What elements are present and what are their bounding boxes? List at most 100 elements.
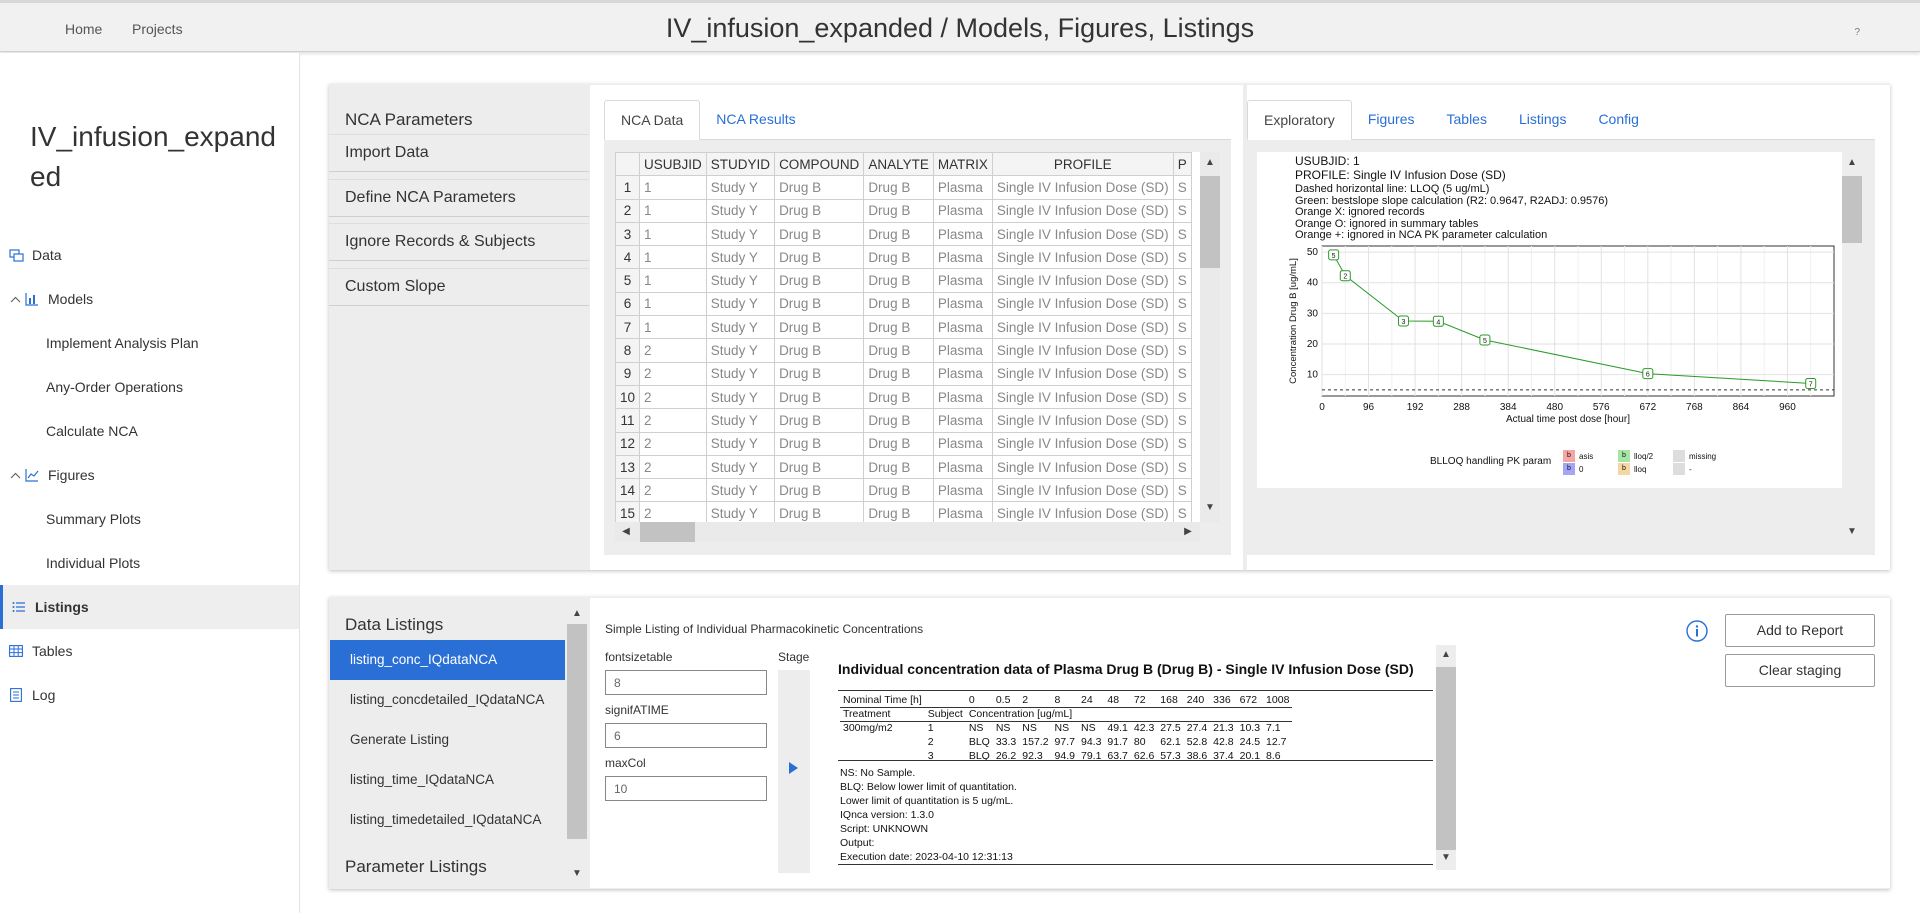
ignore-records-item[interactable]: Ignore Records & Subjects [329, 223, 589, 261]
scroll-down-icon[interactable]: ▼ [1439, 852, 1453, 863]
column-header[interactable]: COMPOUND [774, 152, 865, 177]
define-nca-parameters-item[interactable]: Define NCA Parameters [329, 179, 589, 217]
table-cell: Single IV Infusion Dose (SD) [991, 291, 1174, 317]
sidebar-item-implement-analysis-plan[interactable]: Implement Analysis Plan [0, 321, 299, 365]
table-row[interactable]: 11 2 Study Y Drug B Drug B Plasma Single IV In… [615, 408, 1192, 433]
stage-button[interactable] [778, 670, 810, 873]
table-horizontal-scrollbar[interactable]: ◀ ▶ [615, 522, 1200, 542]
table-cell: Single IV Infusion Dose (SD) [991, 175, 1174, 200]
scroll-up-icon[interactable]: ▲ [1203, 157, 1217, 168]
column-header[interactable]: STUDYID [705, 152, 776, 177]
sidebar-item-log[interactable]: Log [0, 673, 299, 717]
table-row[interactable]: 6 1 Study Y Drug B Drug B Plasma Single IV Inf… [615, 291, 1192, 317]
table-row[interactable]: 2 1 Study Y Drug B Drug B Plasma Single IV Inf… [615, 198, 1192, 223]
listings-scrollbar[interactable]: ▲ ▼ [567, 606, 587, 884]
maxcol-input[interactable] [605, 776, 767, 801]
listing-item-concdetailed[interactable]: listing_concdetailed_IQdataNCA [330, 680, 565, 720]
listing-scrollbar[interactable]: ▲ ▼ [1436, 645, 1456, 870]
table-row[interactable]: 1 1 Study Y Drug B Drug B Plasma Single IV Inf… [615, 175, 1192, 200]
clear-staging-button[interactable]: Clear staging [1725, 654, 1875, 687]
listing-note: Script: UNKNOWN [840, 823, 929, 835]
table-row[interactable]: 13 2 Study Y Drug B Drug B Plasma Single IV In… [615, 454, 1192, 480]
scroll-down-icon[interactable]: ▼ [1203, 502, 1217, 513]
column-header[interactable]: ANALYTE [863, 152, 934, 177]
scroll-down-icon[interactable]: ▼ [570, 868, 584, 879]
sidebar-item-tables[interactable]: Tables [0, 629, 299, 673]
nav-home-link[interactable]: Home [65, 21, 102, 37]
tab-config[interactable]: Config [1582, 100, 1654, 140]
listing-cell: 42.8 [1213, 736, 1234, 748]
tab-tables[interactable]: Tables [1431, 100, 1503, 140]
tab-nca-data[interactable]: NCA Data [604, 100, 701, 140]
legend-label: lloq [1634, 464, 1647, 474]
data-tabs: NCA Data NCA Results [604, 100, 1231, 140]
scroll-up-icon[interactable]: ▲ [1845, 157, 1859, 168]
table-row[interactable]: 4 1 Study Y Drug B Drug B Plasma Single IV Inf… [615, 245, 1192, 270]
table-vertical-scrollbar[interactable]: ▲ ▼ [1200, 152, 1220, 522]
listing-rule [838, 864, 1433, 865]
row-number: 5 [615, 268, 641, 293]
listing-note: IQnca version: 1.3.0 [840, 809, 934, 821]
table-row[interactable]: 9 2 Study Y Drug B Drug B Plasma Single IV Inf… [615, 361, 1192, 386]
help-link[interactable]: ? [1854, 27, 1860, 38]
table-row[interactable]: 5 1 Study Y Drug B Drug B Plasma Single IV Inf… [615, 268, 1192, 293]
tab-listings[interactable]: Listings [1503, 100, 1582, 140]
table-row[interactable]: 14 2 Study Y Drug B Drug B Plasma Single IV In… [615, 478, 1192, 503]
scroll-thumb[interactable] [567, 624, 587, 839]
scroll-up-icon[interactable]: ▲ [570, 608, 584, 619]
scroll-down-icon[interactable]: ▼ [1845, 526, 1859, 537]
table-row[interactable]: 7 1 Study Y Drug B Drug B Plasma Single IV Inf… [615, 315, 1192, 340]
table-row[interactable]: 3 1 Study Y Drug B Drug B Plasma Single IV Inf… [615, 221, 1192, 247]
fontsizetable-input[interactable] [605, 670, 767, 695]
sidebar-item-figures[interactable]: Figures [0, 453, 299, 497]
listing-item-conc[interactable]: listing_conc_IQdataNCA [330, 640, 565, 680]
listing-cell: 300mg/m2 [843, 722, 893, 735]
table-row[interactable]: 12 2 Study Y Drug B Drug B Plasma Single IV In… [615, 431, 1192, 456]
table-cell: Study Y [705, 268, 776, 293]
listing-item-timedetailed[interactable]: listing_timedetailed_IQdataNCA [330, 800, 565, 840]
data-point-label: 7 [1809, 381, 1813, 388]
table-cell: S [1172, 408, 1192, 433]
sidebar-item-any-order-operations[interactable]: Any-Order Operations [0, 365, 299, 409]
sidebar-item-models[interactable]: Models [0, 277, 299, 321]
nav-projects-link[interactable]: Projects [132, 21, 183, 37]
table-cell: Plasma [932, 245, 993, 270]
column-header[interactable] [615, 152, 641, 177]
tab-nca-results[interactable]: NCA Results [700, 100, 811, 140]
plot-vertical-scrollbar[interactable]: ▲ [1842, 152, 1862, 488]
table-row[interactable]: 15 2 Study Y Drug B Drug B Plasma Single IV In… [615, 501, 1192, 522]
scroll-thumb[interactable] [1842, 176, 1862, 243]
column-header[interactable]: MATRIX [932, 152, 993, 177]
sidebar-item-calculate-nca[interactable]: Calculate NCA [0, 409, 299, 453]
sidebar-item-listings[interactable]: Listings [0, 585, 299, 629]
sidebar-item-label: Listings [35, 599, 89, 615]
table-row[interactable]: 10 2 Study Y Drug B Drug B Plasma Single IV In… [615, 384, 1192, 410]
add-to-report-button[interactable]: Add to Report [1725, 614, 1875, 647]
table-cell: Study Y [705, 291, 776, 317]
scroll-thumb[interactable] [1200, 176, 1220, 268]
signifatime-input[interactable] [605, 723, 767, 748]
scroll-thumb[interactable] [640, 522, 695, 542]
sidebar-item-individual-plots[interactable]: Individual Plots [0, 541, 299, 585]
scroll-left-icon[interactable]: ◀ [619, 526, 633, 537]
custom-slope-item[interactable]: Custom Slope [329, 268, 589, 306]
column-header[interactable]: PROFILE [991, 152, 1174, 177]
legend-item: b asis [1563, 450, 1593, 462]
tab-exploratory[interactable]: Exploratory [1247, 100, 1352, 140]
table-cell: Plasma [932, 198, 993, 223]
info-icon[interactable] [1686, 620, 1708, 645]
sidebar-item-data[interactable]: Data [0, 233, 299, 277]
scroll-thumb[interactable] [1436, 667, 1456, 850]
table-cell: Study Y [705, 175, 776, 200]
scroll-up-icon[interactable]: ▲ [1439, 649, 1453, 660]
column-header[interactable]: USUBJID [639, 152, 707, 177]
listing-item-time[interactable]: listing_time_IQdataNCA [330, 760, 565, 800]
tab-figures[interactable]: Figures [1352, 100, 1431, 140]
plot-profile: PROFILE: Single IV Infusion Dose (SD) [1295, 168, 1506, 182]
import-data-item[interactable]: Import Data [329, 134, 589, 172]
table-row[interactable]: 8 2 Study Y Drug B Drug B Plasma Single IV Inf… [615, 338, 1192, 363]
listing-item-generate[interactable]: Generate Listing [330, 720, 565, 760]
sidebar-item-summary-plots[interactable]: Summary Plots [0, 497, 299, 541]
column-header[interactable]: P [1172, 152, 1192, 177]
scroll-right-icon[interactable]: ▶ [1181, 526, 1195, 537]
